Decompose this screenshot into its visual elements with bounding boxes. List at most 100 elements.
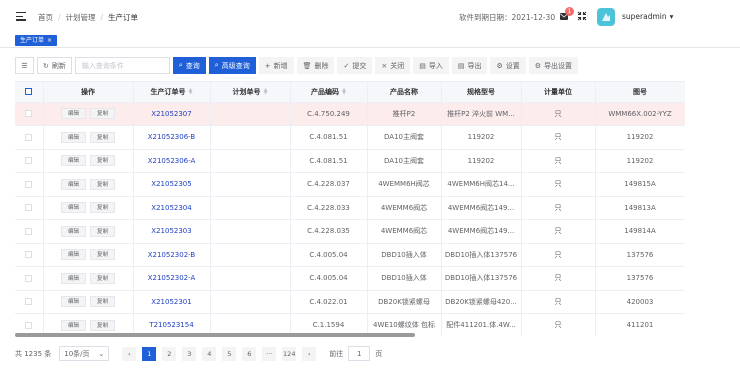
- page-size-select[interactable]: 10条/页 ⌄: [59, 346, 110, 361]
- row-checkbox[interactable]: [25, 298, 33, 306]
- copy-button[interactable]: 复制: [90, 296, 116, 308]
- product-code-cell: C.4.081.51: [290, 125, 368, 150]
- submit-button[interactable]: ✓ 提交: [337, 57, 373, 74]
- refresh-button[interactable]: ↻ 刷新: [37, 57, 72, 74]
- table-row[interactable]: 编辑 复制 X21052306-A C.4.081.51 DA10主阀套 119202 只 1…: [15, 149, 685, 173]
- plan-no-cell: [210, 149, 291, 173]
- export-button[interactable]: ▤ 导出: [451, 57, 488, 74]
- avatar[interactable]: [597, 8, 615, 26]
- edit-button[interactable]: 编辑: [60, 319, 86, 331]
- page-button[interactable]: 124: [282, 346, 297, 361]
- close-button[interactable]: × 关闭: [375, 57, 411, 74]
- row-checkbox[interactable]: [25, 133, 33, 141]
- copy-button[interactable]: 复制: [90, 249, 116, 261]
- goto-input[interactable]: 1: [348, 346, 371, 361]
- edit-button[interactable]: 编辑: [60, 272, 86, 284]
- column-header-product-code[interactable]: 产品编码 ▲ ▼: [290, 82, 368, 103]
- edit-button[interactable]: 编辑: [60, 155, 86, 167]
- column-header-order-no[interactable]: 生产订单号 ▲ ▼: [133, 82, 211, 103]
- order-no-link[interactable]: X21052306-B: [133, 125, 211, 150]
- import-button[interactable]: ▤ 导入: [413, 57, 449, 74]
- export-settings-button[interactable]: ⚙ 导出设置: [528, 57, 579, 74]
- notification-icon[interactable]: 1: [559, 7, 574, 21]
- sort-icon[interactable]: ▲ ▼: [189, 87, 193, 95]
- edit-button[interactable]: 编辑: [60, 108, 86, 120]
- search-input[interactable]: 输入查询条件: [74, 57, 170, 74]
- page-button[interactable]: 2: [162, 346, 177, 361]
- row-checkbox[interactable]: [25, 204, 33, 212]
- edit-button[interactable]: 编辑: [60, 178, 86, 190]
- row-actions-cell: 编辑 复制: [43, 290, 134, 314]
- tag-production-order[interactable]: 生产订单 ×: [15, 35, 58, 46]
- order-no-link[interactable]: X21052304: [133, 196, 211, 220]
- close-icon[interactable]: ×: [47, 35, 52, 46]
- page-button[interactable]: 5: [222, 346, 237, 361]
- user-menu[interactable]: superadmin ▾: [622, 12, 673, 21]
- copy-button[interactable]: 复制: [90, 178, 116, 190]
- row-checkbox[interactable]: [25, 227, 33, 235]
- product-name-cell: DA10主阀套: [367, 149, 442, 173]
- table-row[interactable]: 编辑 复制 X21052305 C.4.228.037 4WEMM6H阀芯 4WEMM6H…: [15, 172, 685, 197]
- column-header-plan-no[interactable]: 计划单号 ▲ ▼: [210, 82, 291, 103]
- page-button[interactable]: 3: [182, 346, 197, 361]
- copy-button[interactable]: 复制: [90, 108, 116, 120]
- table-row[interactable]: 编辑 复制 X21052306-B C.4.081.51 DA10主阀套 119202 只 1…: [15, 125, 685, 150]
- copy-button[interactable]: 复制: [90, 225, 116, 237]
- breadcrumb-plan[interactable]: 计划管理: [66, 12, 96, 23]
- spec-cell: 4WEMM6阀芯149...: [441, 219, 522, 244]
- copy-button[interactable]: 复制: [90, 155, 116, 167]
- page-button[interactable]: 4: [202, 346, 217, 361]
- more-pages-button[interactable]: ···: [262, 346, 277, 361]
- page-list: 1 2 3 4 5 6 ··· 124: [139, 346, 299, 361]
- order-no-link[interactable]: X21052302-B: [133, 243, 211, 267]
- add-button[interactable]: + 新增: [258, 57, 294, 74]
- edit-button[interactable]: 编辑: [60, 296, 86, 308]
- row-checkbox[interactable]: [25, 157, 33, 165]
- table-row[interactable]: 编辑 复制 X21052301 C.4.022.01 DB20K锁紧螺母 DB20K锁紧螺…: [15, 290, 685, 314]
- row-checkbox[interactable]: [25, 110, 33, 118]
- delete-button[interactable]: 🗑 删除: [296, 57, 335, 74]
- table-row[interactable]: 编辑 复制 X21052304 C.4.228.033 4WEMM6阀芯 4WEMM6阀芯…: [15, 196, 685, 220]
- row-checkbox[interactable]: [25, 321, 33, 329]
- edit-button[interactable]: 编辑: [60, 131, 86, 143]
- list-toggle-button[interactable]: ☰: [15, 57, 34, 74]
- order-no-link[interactable]: X21052307: [133, 102, 211, 126]
- order-no-link[interactable]: X21052301: [133, 290, 211, 314]
- row-checkbox[interactable]: [25, 274, 33, 282]
- breadcrumb-home[interactable]: 首页: [38, 12, 53, 23]
- plan-no-cell: [210, 266, 291, 291]
- next-page-button[interactable]: ›: [302, 346, 317, 361]
- copy-button[interactable]: 复制: [90, 131, 116, 143]
- page-button[interactable]: 1: [142, 346, 157, 361]
- order-no-link[interactable]: X21052305: [133, 172, 211, 197]
- advanced-query-button[interactable]: ⌕ 高级查询: [208, 57, 256, 74]
- plan-no-cell: [210, 196, 291, 220]
- copy-button[interactable]: 复制: [90, 319, 116, 331]
- fullscreen-icon[interactable]: [577, 11, 587, 21]
- sort-icon[interactable]: ▲ ▼: [342, 87, 346, 95]
- row-checkbox[interactable]: [25, 251, 33, 259]
- unit-cell: 只: [521, 266, 596, 291]
- select-all-checkbox[interactable]: [25, 88, 33, 96]
- horizontal-scrollbar[interactable]: [15, 333, 415, 337]
- table-row[interactable]: 编辑 复制 X21052302-B C.4.005.04 DBD10插入体 DBD10插入…: [15, 243, 685, 267]
- order-no-link[interactable]: X21052303: [133, 219, 211, 244]
- edit-button[interactable]: 编辑: [60, 202, 86, 214]
- edit-button[interactable]: 编辑: [60, 225, 86, 237]
- copy-button[interactable]: 复制: [90, 202, 116, 214]
- table-row[interactable]: 编辑 复制 X21052302-A C.4.005.04 DBD10插入体 DBD10插入…: [15, 266, 685, 291]
- table-row[interactable]: 编辑 复制 X21052303 C.4.228.035 4WEMM6阀芯 4WEMM6阀芯…: [15, 219, 685, 244]
- query-button[interactable]: ⌕ 查询: [172, 57, 206, 74]
- menu-toggle-icon[interactable]: [16, 12, 26, 21]
- row-checkbox[interactable]: [25, 180, 33, 188]
- edit-button[interactable]: 编辑: [60, 249, 86, 261]
- submit-label: 提交: [352, 61, 367, 70]
- copy-button[interactable]: 复制: [90, 272, 116, 284]
- settings-button[interactable]: ⚙ 设置: [490, 57, 526, 74]
- page-button[interactable]: 6: [242, 346, 257, 361]
- order-no-link[interactable]: X21052306-A: [133, 149, 211, 173]
- sort-icon[interactable]: ▲ ▼: [264, 87, 268, 95]
- prev-page-button[interactable]: ‹: [122, 346, 137, 361]
- table-row[interactable]: 编辑 复制 X21052307 C.4.750.249 推杆P2 推杆P2 淬火前 WM.…: [15, 102, 685, 126]
- order-no-link[interactable]: X21052302-A: [133, 266, 211, 291]
